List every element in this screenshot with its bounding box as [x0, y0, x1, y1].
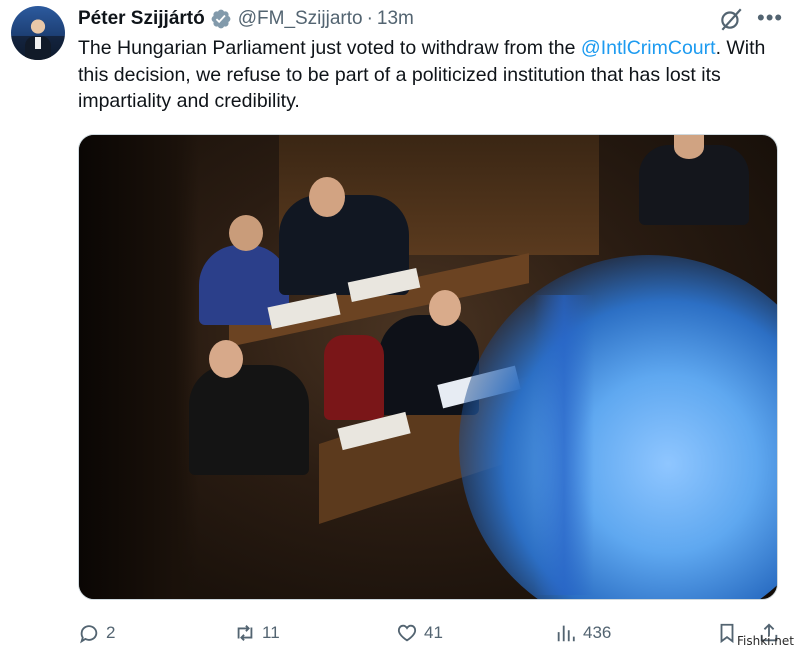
- photo-person-head-2: [309, 177, 345, 217]
- bookmark-icon: [720, 623, 734, 644]
- photo-person-head-4: [429, 290, 461, 326]
- tweet-text: The Hungarian Parliament just voted to w…: [78, 35, 783, 115]
- author-name[interactable]: Péter Szijjártó: [78, 8, 205, 30]
- photo-person-suit-3: [189, 365, 309, 475]
- tweet-header: Péter Szijjártó @FM_Szijjarto · 13m: [78, 7, 414, 31]
- repost-button[interactable]: 11: [234, 620, 280, 646]
- photo-person-head-3: [209, 340, 243, 378]
- views-icon: [557, 625, 575, 642]
- photo-person-head-5: [674, 135, 704, 159]
- photo-blue-blur: [459, 255, 777, 599]
- views-button[interactable]: 436: [555, 620, 611, 646]
- like-button[interactable]: 41: [396, 620, 443, 646]
- reply-icon: [80, 625, 98, 644]
- photo-person-head-1: [229, 215, 263, 251]
- like-count: 41: [424, 623, 443, 642]
- tweet-photo[interactable]: [78, 134, 778, 600]
- tweet-time[interactable]: 13m: [377, 8, 414, 30]
- photo-dark-foreground: [79, 135, 199, 599]
- mention-link[interactable]: @IntlCrimCourt: [581, 37, 716, 59]
- photo-blue-edge: [534, 295, 594, 595]
- watermark-text: Fishki.net: [736, 634, 794, 648]
- more-icon[interactable]: •••: [757, 7, 783, 29]
- photo-red-chair: [324, 335, 384, 420]
- avatar-shirt: [35, 37, 41, 49]
- action-bar: 2 11 41 436: [78, 620, 778, 646]
- tweet-text-part1: The Hungarian Parliament just voted to w…: [78, 37, 581, 59]
- repost-icon: [237, 625, 253, 641]
- grok-icon[interactable]: [718, 6, 744, 32]
- reply-button[interactable]: 2: [78, 620, 115, 646]
- author-avatar[interactable]: [11, 6, 65, 60]
- repost-count: 11: [262, 623, 280, 642]
- reply-count: 2: [106, 623, 116, 642]
- like-icon: [397, 624, 417, 642]
- verified-badge-icon: [211, 9, 231, 29]
- views-count: 436: [583, 623, 612, 642]
- author-handle[interactable]: @FM_Szijjarto: [238, 8, 363, 30]
- header-separator: ·: [366, 8, 373, 29]
